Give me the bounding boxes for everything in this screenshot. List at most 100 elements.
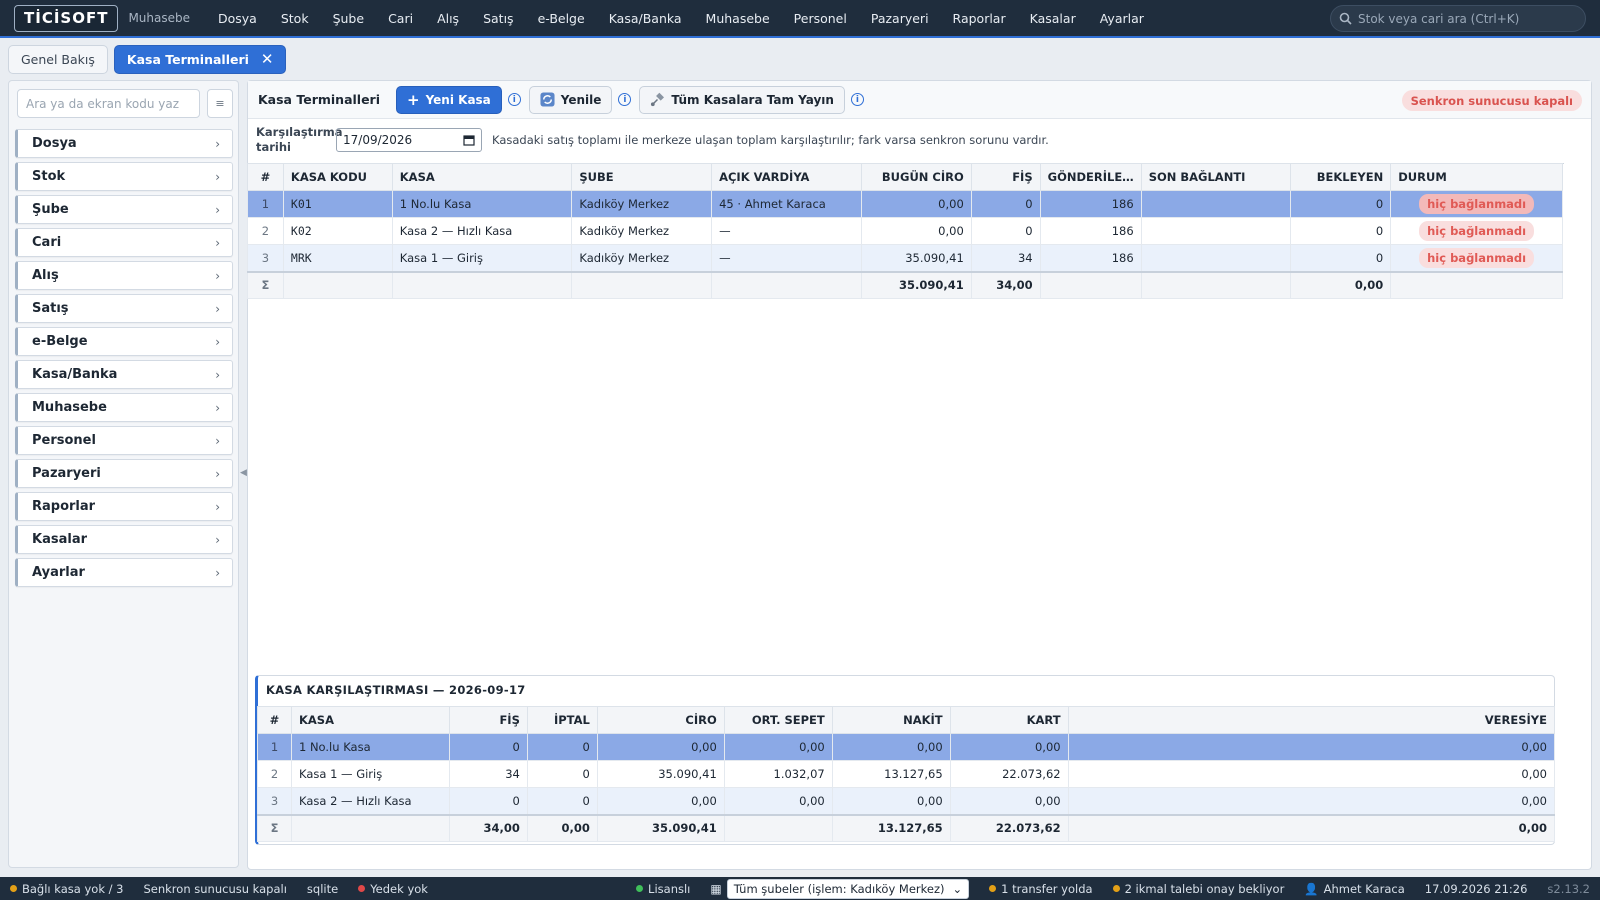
tab-genel-bakis[interactable]: Genel Bakış	[8, 44, 108, 74]
sidebar-item-cari[interactable]: Cari ›	[15, 228, 233, 257]
branch-select[interactable]: Tüm şubeler (işlem: Kadıköy Merkez) ⌄	[726, 878, 970, 899]
table-row[interactable]: 3 MRK Kasa 1 — Giriş Kadıköy Merkez — 35…	[247, 244, 1563, 272]
global-search-input[interactable]	[1358, 11, 1578, 26]
col-son-baglanti[interactable]: SON BAĞLANTI	[1140, 163, 1292, 191]
sidebar-collapse-handle[interactable]: ◀	[240, 468, 247, 478]
sidebar-item-stok[interactable]: Stok ›	[15, 162, 233, 191]
cell-ort-sepet: 0,00	[723, 733, 833, 761]
cell-veresiye: 0,00	[1067, 787, 1556, 815]
status-bar: Bağlı kasa yok / 3 Senkron sunucusu kapa…	[0, 877, 1600, 900]
sum-empty	[723, 813, 833, 842]
sidebar-item-personel[interactable]: Personel ›	[15, 426, 233, 455]
cell-fis: 0	[970, 190, 1041, 218]
table-row[interactable]: 1 K01 1 No.lu Kasa Kadıköy Merkez 45 · A…	[247, 190, 1563, 218]
col-veresiye[interactable]: VERESİYE	[1067, 706, 1556, 734]
sidebar-search-input[interactable]	[17, 89, 200, 118]
sidebar-item-ayarlar[interactable]: Ayarlar ›	[15, 558, 233, 587]
table-row[interactable]: 3 Kasa 2 — Hızlı Kasa 0 0 0,00 0,00 0,00…	[257, 787, 1556, 815]
cell-gonderilen: 186	[1039, 217, 1142, 245]
sidebar-item-kasa-banka[interactable]: Kasa/Banka ›	[15, 360, 233, 389]
col-bugun-ciro[interactable]: BUGÜN CİRO	[860, 163, 972, 191]
cell-bugun-ciro: 0,00	[860, 217, 972, 245]
close-icon[interactable]: ✕	[261, 50, 274, 68]
calendar-icon[interactable]	[463, 134, 475, 146]
col-ciro[interactable]: CİRO	[596, 706, 725, 734]
col-durum[interactable]: DURUM	[1390, 163, 1563, 191]
sidebar-item-label: Kasa/Banka	[32, 367, 118, 382]
col-nakit[interactable]: NAKİT	[831, 706, 951, 734]
col-kart[interactable]: KART	[949, 706, 1069, 734]
menu-cari[interactable]: Cari	[376, 0, 425, 36]
menu-kasa-banka[interactable]: Kasa/Banka	[597, 0, 694, 36]
comparison-date-input[interactable]: 17/09/2026	[336, 128, 482, 152]
sidebar-item-e-belge[interactable]: e-Belge ›	[15, 327, 233, 356]
col-ort-sepet[interactable]: ORT. SEPET	[723, 706, 833, 734]
status-transfer[interactable]: 1 transfer yolda	[979, 882, 1102, 896]
status-datetime: 17.09.2026 21:26	[1424, 881, 1528, 896]
app-logo[interactable]: TİCİSOFT	[14, 4, 119, 32]
sidebar-item-kasalar[interactable]: Kasalar ›	[15, 525, 233, 554]
col-kasa[interactable]: KASA	[290, 706, 450, 734]
menu-e-belge[interactable]: e-Belge	[526, 0, 597, 36]
status-ikmal[interactable]: 2 ikmal talebi onay bekliyor	[1103, 882, 1295, 896]
sidebar-item-satis[interactable]: Satış ›	[15, 294, 233, 323]
cell-kart: 0,00	[949, 733, 1069, 761]
col-iptal[interactable]: İPTAL	[526, 706, 598, 734]
info-icon[interactable]: i	[618, 93, 632, 106]
menu-pazaryeri[interactable]: Pazaryeri	[859, 0, 941, 36]
comparison-header-row: # KASA FİŞ İPTAL CİRO ORT. SEPET NAKİT K…	[257, 706, 1556, 734]
col-kasa[interactable]: KASA	[391, 163, 573, 191]
menu-raporlar[interactable]: Raporlar	[941, 0, 1018, 36]
menu-personel[interactable]: Personel	[782, 0, 859, 36]
satellite-icon	[651, 92, 665, 107]
cell-sube: Kadıköy Merkez	[571, 217, 713, 245]
menu-sube[interactable]: Şube	[321, 0, 376, 36]
col-sube[interactable]: ŞUBE	[571, 163, 713, 191]
status-user[interactable]: 👤 Ahmet Karaca	[1294, 882, 1414, 896]
sum-fis: 34,00	[970, 270, 1041, 299]
list-icon[interactable]: ≡	[207, 89, 233, 118]
menu-dosya[interactable]: Dosya	[206, 0, 269, 36]
sidebar-item-muhasebe[interactable]: Muhasebe ›	[15, 393, 233, 422]
cell-son-baglanti	[1140, 190, 1292, 218]
new-kasa-button[interactable]: + Yeni Kasa	[396, 85, 502, 114]
menu-ayarlar[interactable]: Ayarlar	[1088, 0, 1156, 36]
cell-sube: Kadıköy Merkez	[571, 244, 713, 272]
table-row[interactable]: 1 1 No.lu Kasa 0 0 0,00 0,00 0,00 0,00 0…	[257, 733, 1556, 761]
summary-row: Σ 34,00 0,00 35.090,41 13.127,65 22.073,…	[257, 813, 1556, 842]
col-bekleyen[interactable]: BEKLEYEN	[1290, 163, 1392, 191]
plus-icon: +	[407, 90, 420, 109]
menu-stok[interactable]: Stok	[269, 0, 321, 36]
sidebar-item-sube[interactable]: Şube ›	[15, 195, 233, 224]
sidebar-item-pazaryeri[interactable]: Pazaryeri ›	[15, 459, 233, 488]
col-gonderilen[interactable]: GÖNDERİLE…	[1039, 163, 1142, 191]
menu-satis[interactable]: Satış	[471, 0, 525, 36]
sidebar: ≡ Dosya › Stok › Şube › Cari › Alış › Satış › …	[8, 80, 239, 868]
sidebar-item-alis[interactable]: Alış ›	[15, 261, 233, 290]
cell-acik-vardiya: —	[711, 217, 862, 245]
info-icon[interactable]: i	[507, 93, 521, 106]
tab-kasa-terminalleri[interactable]: Kasa Terminalleri ✕	[113, 44, 287, 74]
terminals-table: # KASA KODU KASA ŞUBE AÇIK VARDİYA BUGÜN…	[247, 163, 1563, 299]
sidebar-item-dosya[interactable]: Dosya ›	[15, 129, 233, 158]
col-fis[interactable]: FİŞ	[448, 706, 528, 734]
chevron-down-icon: ⌄	[952, 881, 963, 896]
broadcast-button[interactable]: Tüm Kasalara Tam Yayın	[639, 85, 845, 114]
menu-alis[interactable]: Alış	[425, 0, 471, 36]
sum-bekleyen: 0,00	[1290, 270, 1392, 299]
table-row[interactable]: 2 K02 Kasa 2 — Hızlı Kasa Kadıköy Merkez…	[247, 217, 1563, 245]
menu-muhasebe[interactable]: Muhasebe	[694, 0, 782, 36]
table-row[interactable]: 2 Kasa 1 — Giriş 34 0 35.090,41 1.032,07…	[257, 760, 1556, 788]
refresh-button[interactable]: Yenile	[528, 85, 613, 114]
cell-ciro: 35.090,41	[596, 760, 725, 788]
status-db: sqlite	[306, 881, 339, 896]
sidebar-item-raporlar[interactable]: Raporlar ›	[15, 492, 233, 521]
cell-durum: hiç bağlanmadı	[1390, 217, 1563, 245]
info-icon[interactable]: i	[850, 93, 864, 106]
cell-iptal: 0	[526, 760, 598, 788]
col-fis[interactable]: FİŞ	[970, 163, 1041, 191]
status-kasa: Bağlı kasa yok / 3	[0, 882, 133, 896]
col-kasa-kodu[interactable]: KASA KODU	[282, 163, 393, 191]
menu-kasalar[interactable]: Kasalar	[1018, 0, 1088, 36]
col-acik-vardiya[interactable]: AÇIK VARDİYA	[711, 163, 862, 191]
